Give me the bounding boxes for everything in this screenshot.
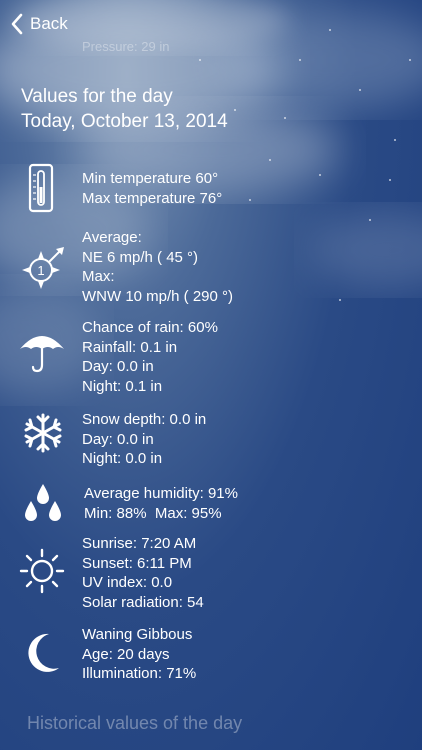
snowflake-icon	[23, 413, 63, 453]
sun-line: Solar radiation: 54	[82, 593, 204, 611]
star-speck	[234, 109, 236, 111]
wind-line: NE 6 mp/h ( 45 °)	[82, 248, 199, 266]
star-speck	[359, 89, 361, 91]
date-title: Today, October 13, 2014	[21, 111, 228, 132]
humidity-max: Max: 95%	[154, 504, 222, 522]
wind-values: Average: NE 6 mp/h ( 45 °) Max: WNW 10 m…	[82, 228, 233, 306]
snow-values: Snow depth: 0.0 in Day: 0.0 in Night: 0.…	[82, 410, 206, 469]
star-speck	[269, 159, 271, 161]
sun-icon	[19, 548, 65, 594]
droplets-icon	[22, 483, 64, 523]
sun-line: UV index: 0.0	[82, 574, 173, 591]
rain-line: Night: 0.1 in	[82, 377, 163, 395]
thermometer-icon	[28, 163, 54, 213]
humidity-min-max: Min: 88% Max: 95%	[84, 504, 238, 524]
snow-line: Night: 0.0 in	[82, 450, 163, 467]
back-label: Back	[30, 14, 68, 33]
temperature-values: Min temperature 60° Max temperature 76°	[82, 169, 222, 208]
moon-line: Waning Gibbous	[82, 626, 193, 643]
star-speck	[329, 29, 331, 31]
wind-line: Average:	[82, 229, 142, 246]
min-temperature: Min temperature 60°	[82, 170, 219, 187]
section-title: Values for the day	[21, 86, 173, 107]
moon-icon	[25, 632, 61, 674]
star-speck	[409, 59, 411, 61]
umbrella-icon	[18, 331, 66, 373]
rain-line: Rainfall: 0.1 in	[82, 338, 178, 356]
star-speck	[284, 117, 286, 119]
back-button[interactable]: Back	[10, 12, 68, 36]
star-speck	[319, 174, 321, 176]
historical-values-link[interactable]: Historical values of the day	[27, 713, 242, 734]
compass-number: 1	[37, 263, 44, 278]
chevron-left-icon	[11, 13, 23, 35]
star-speck	[339, 299, 341, 301]
max-temperature: Max temperature 76°	[82, 189, 223, 207]
rain-line: Chance of rain: 60%	[82, 319, 218, 336]
wind-line: Max:	[82, 268, 115, 285]
compass-icon: 1	[18, 243, 68, 293]
snow-line: Day: 0.0 in	[82, 430, 154, 448]
star-speck	[369, 219, 371, 221]
sun-line: Sunset: 6:11 PM	[82, 554, 192, 572]
star-speck	[199, 59, 201, 61]
rain-line: Day: 0.0 in	[82, 358, 154, 375]
wind-line: WNW 10 mp/h ( 290 °)	[82, 287, 234, 305]
rain-values: Chance of rain: 60% Rainfall: 0.1 in Day…	[82, 318, 218, 396]
moon-line: Illumination: 71%	[82, 665, 197, 682]
sun-line: Sunrise: 7:20 AM	[82, 535, 197, 552]
moon-line: Age: 20 days	[82, 645, 170, 663]
humidity-values: Average humidity: 91% Min: 88% Max: 95%	[84, 484, 238, 523]
average-humidity: Average humidity: 91%	[84, 485, 238, 502]
star-speck	[299, 59, 301, 61]
star-speck	[389, 179, 391, 181]
star-speck	[249, 199, 251, 201]
snow-line: Snow depth: 0.0 in	[82, 411, 207, 428]
sun-values: Sunrise: 7:20 AM Sunset: 6:11 PM UV inde…	[82, 534, 204, 612]
pressure-faded-text: Pressure: 29 in	[82, 39, 170, 54]
humidity-min: Min: 88%	[84, 504, 147, 522]
star-speck	[394, 139, 396, 141]
moon-values: Waning Gibbous Age: 20 days Illumination…	[82, 625, 196, 684]
